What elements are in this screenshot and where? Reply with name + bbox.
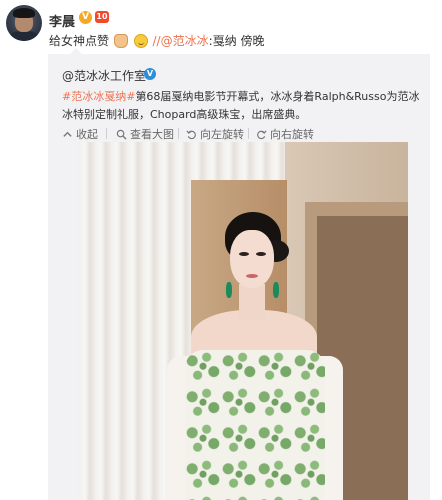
rotate-left-button[interactable]: 向左旋转 bbox=[186, 126, 244, 142]
collapse-button[interactable]: 收起 bbox=[62, 126, 98, 142]
username[interactable]: 李晨 bbox=[49, 11, 75, 30]
photo-dress bbox=[185, 350, 325, 500]
mention-link[interactable]: //@范冰冰 bbox=[153, 34, 209, 48]
photo-earring bbox=[226, 282, 232, 298]
photo-lips bbox=[246, 274, 258, 278]
photo-eye bbox=[256, 252, 266, 256]
rotate-right-label: 向右旋转 bbox=[270, 128, 314, 141]
smile-emoji-icon bbox=[133, 34, 148, 48]
magnifier-icon bbox=[116, 129, 127, 140]
post-text: 给女神点赞 //@范冰冰:戛纳 傍晚 bbox=[49, 32, 264, 49]
avatar-body bbox=[8, 31, 40, 41]
photo-earring bbox=[273, 282, 279, 298]
rotate-left-icon bbox=[186, 129, 196, 139]
avatar[interactable] bbox=[6, 5, 42, 41]
view-large-label: 查看大图 bbox=[130, 128, 174, 141]
hashtag-link[interactable]: #范冰冰戛纳# bbox=[62, 90, 135, 103]
toolbar-divider bbox=[106, 128, 107, 139]
toolbar-divider bbox=[248, 128, 249, 139]
vip-badge[interactable]: 10 bbox=[95, 11, 109, 23]
rotate-left-label: 向左旋转 bbox=[200, 128, 244, 141]
view-large-button[interactable]: 查看大图 bbox=[116, 126, 174, 142]
repost-arrow bbox=[70, 48, 82, 54]
collapse-icon bbox=[63, 131, 72, 137]
toolbar-divider bbox=[178, 128, 179, 139]
post-text-suffix: :戛纳 傍晚 bbox=[208, 34, 265, 48]
photo-eye bbox=[239, 252, 249, 256]
avatar-hair bbox=[13, 8, 35, 18]
collapse-label: 收起 bbox=[76, 128, 98, 141]
post-mention[interactable]: //@范冰冰 bbox=[153, 34, 209, 48]
rotate-right-icon bbox=[257, 129, 267, 139]
verified-v-icon: V bbox=[144, 68, 156, 80]
photo-face bbox=[230, 230, 274, 288]
rotate-right-button[interactable]: 向右旋转 bbox=[256, 126, 314, 142]
original-author[interactable]: @范冰冰工作室 bbox=[62, 67, 146, 84]
thumbs-up-emoji-icon bbox=[113, 34, 128, 48]
post-text-prefix: 给女神点赞 bbox=[49, 34, 110, 48]
post-photo[interactable] bbox=[79, 142, 408, 500]
original-text: #范冰冰戛纳#第68届戛纳电影节开幕式，冰冰身着Ralph&Russo为范冰冰特… bbox=[62, 88, 424, 124]
photo-neck bbox=[239, 284, 265, 320]
verified-v-icon: V bbox=[79, 11, 92, 24]
repost-card: @范冰冰工作室 V #范冰冰戛纳#第68届戛纳电影节开幕式，冰冰身着Ralph&… bbox=[48, 48, 430, 500]
